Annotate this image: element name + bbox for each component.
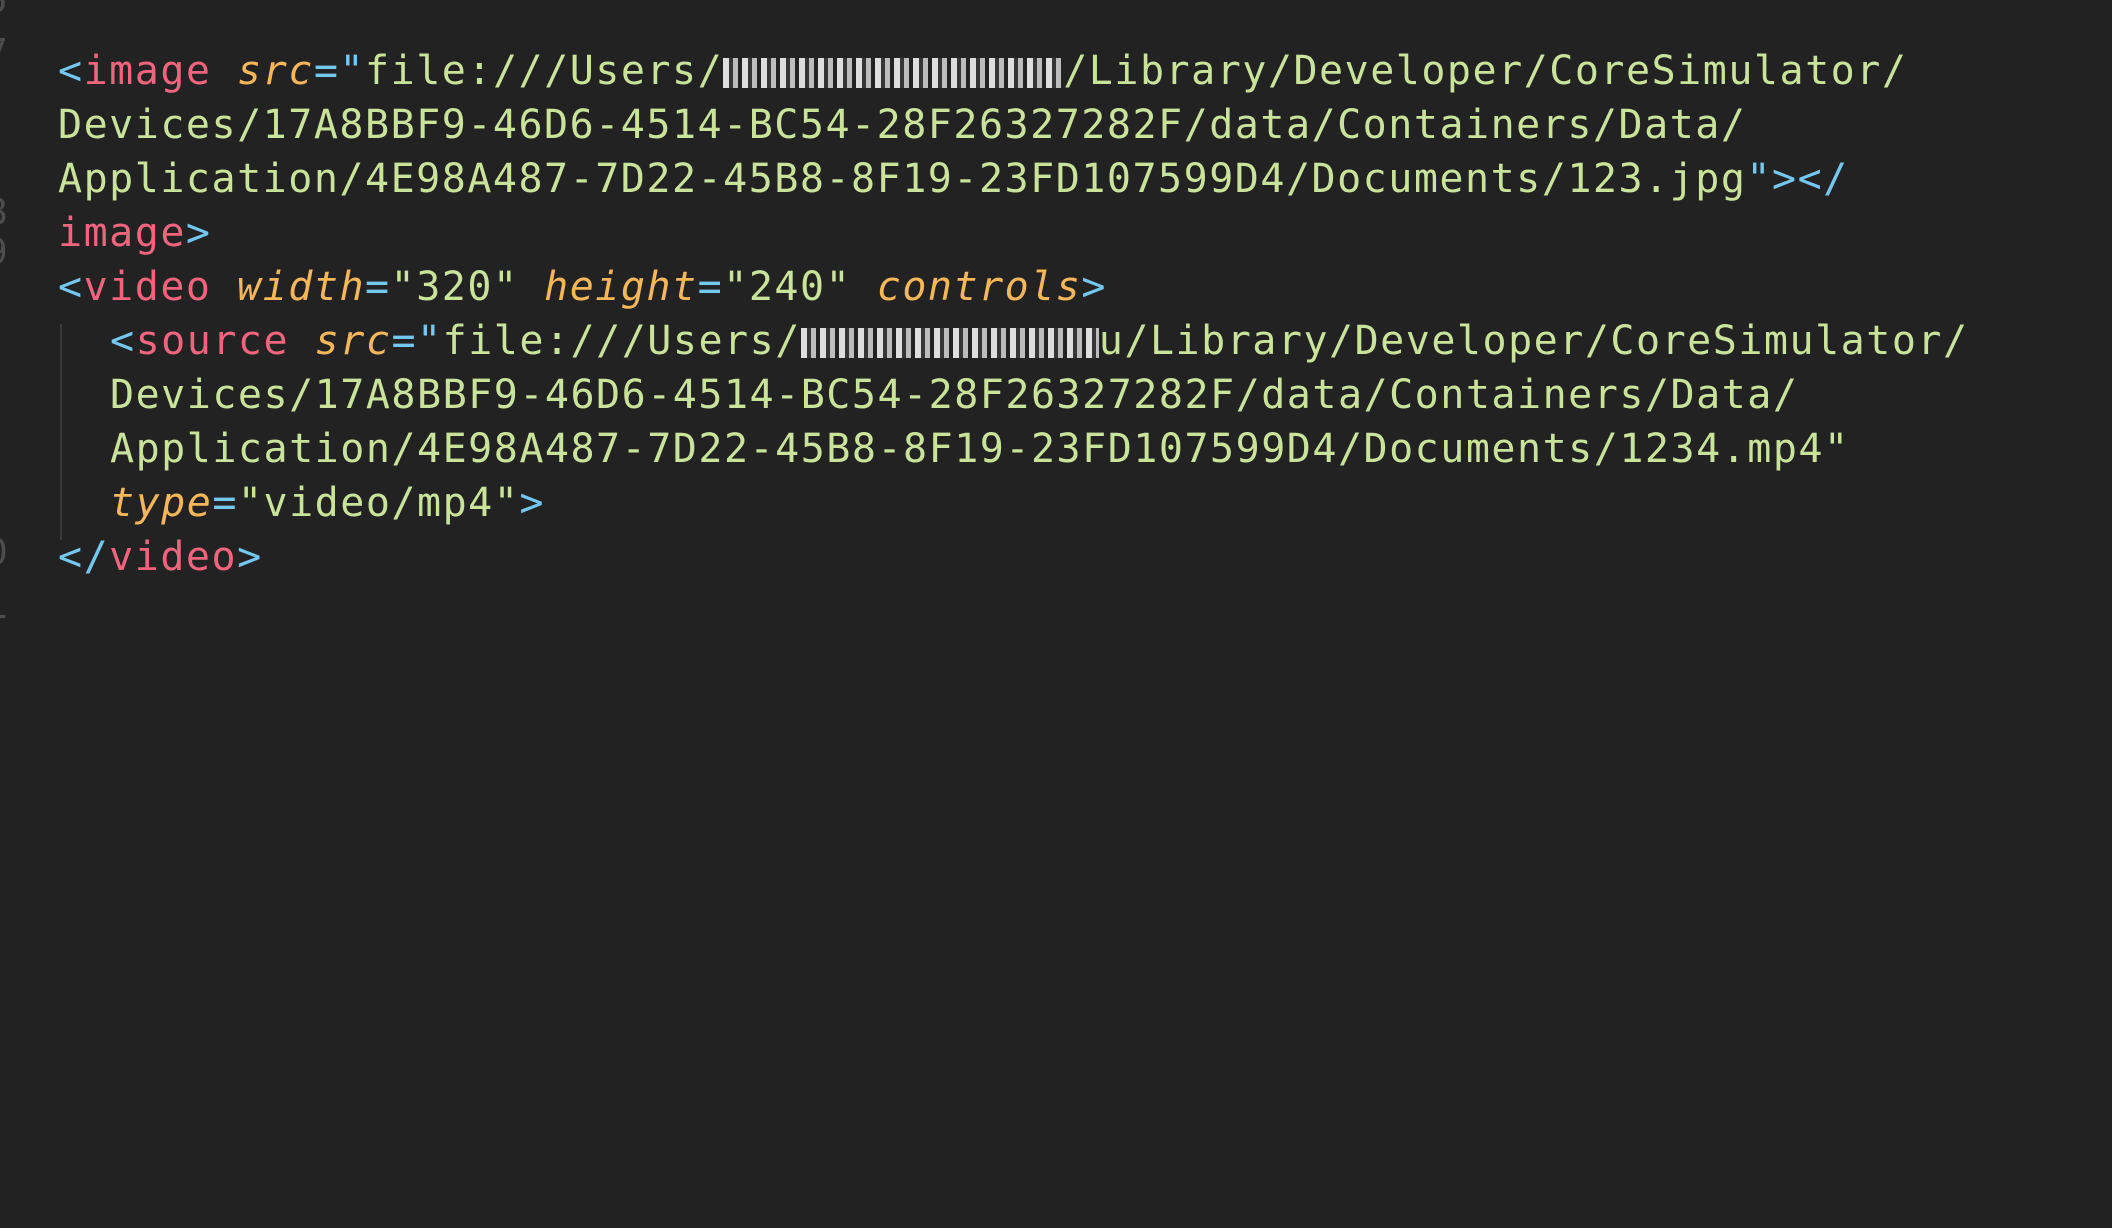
code-line-source-type[interactable]: type="video/mp4"> [110, 476, 545, 530]
line-number: 1 [0, 580, 9, 634]
quote-mark: " [339, 48, 366, 94]
type-value: "video/mp4" [237, 480, 520, 526]
tag-open-bracket: < [58, 48, 84, 94]
source-tag-name: source [135, 318, 290, 364]
src-attribute: src [237, 48, 314, 94]
code-line-source-application[interactable]: Application/4E98A487-7D22-45B8-8F19-23FD… [110, 422, 1850, 476]
image-close-tag-name: image [58, 210, 186, 256]
image-tag-name: image [83, 48, 212, 94]
tag-open-bracket: < [110, 318, 136, 364]
tag-end-bracket: > [519, 480, 545, 526]
equals-sign: = [313, 48, 340, 94]
code-editor[interactable]: 5 7 8 9 0 1 <image src="file:///Users//L… [0, 0, 2112, 627]
code-line-source-devices[interactable]: Devices/17A8BBF9-46D6-4514-BC54-28F26327… [110, 368, 1798, 422]
controls-attribute: controls [876, 264, 1082, 310]
tag-end-bracket: > [185, 210, 212, 256]
tag-end-bracket: > [237, 534, 263, 580]
code-line-image-close[interactable]: image> [58, 206, 212, 260]
code-line-source-open[interactable]: <source src="file:///Users/u/Library/Dev… [110, 314, 1969, 368]
height-attribute: height [544, 264, 698, 310]
indent-guide [60, 324, 62, 540]
path-start: file:///Users/ [365, 48, 724, 94]
code-line-video-open[interactable]: <video width="320" height="240" controls… [58, 260, 1107, 314]
height-value: "240" [723, 264, 852, 310]
tag-open-bracket: < [58, 264, 84, 310]
code-line-image-devices[interactable]: Devices/17A8BBF9-46D6-4514-BC54-28F26327… [58, 98, 1746, 152]
width-value: "320" [390, 264, 519, 310]
type-attribute: type [110, 480, 213, 526]
code-line-video-close[interactable]: </video> [58, 530, 263, 584]
path-start: file:///Users/ [442, 318, 801, 364]
width-attribute: width [237, 264, 366, 310]
path-end: /Library/Developer/CoreSimulator/ [1063, 48, 1908, 94]
quote-mark: " [417, 318, 443, 364]
path-devices: Devices/17A8BBF9-46D6-4514-BC54-28F26327… [58, 102, 1747, 148]
code-line-image-open[interactable]: <image src="file:///Users/ /Library/Devel… [58, 44, 1907, 98]
path-devices: Devices/17A8BBF9-46D6-4514-BC54-28F26327… [110, 372, 1799, 418]
close-tag-open: </ [58, 534, 110, 580]
tag-close-open: "></ [1746, 156, 1849, 202]
tag-end-bracket: > [1081, 264, 1107, 310]
code-line-image-application[interactable]: Application/4E98A487-7D22-45B8-8F19-23FD… [58, 152, 1849, 206]
src-attribute: src [314, 318, 392, 364]
path-end: u/Library/Developer/CoreSimulator/ [1098, 318, 1969, 364]
redacted-username [800, 328, 1099, 358]
equals-sign: = [391, 318, 418, 364]
line-number: 0 [0, 526, 9, 580]
redacted-username [723, 58, 1064, 88]
path-application: Application/4E98A487-7D22-45B8-8F19-23FD… [58, 156, 1747, 202]
video-tag-name: video [83, 264, 212, 310]
line-number: 7 [0, 26, 9, 80]
video-close-tag-name: video [109, 534, 238, 580]
line-number: 9 [0, 226, 9, 280]
line-number: 5 [0, 0, 9, 28]
path-application: Application/4E98A487-7D22-45B8-8F19-23FD… [110, 426, 1850, 472]
